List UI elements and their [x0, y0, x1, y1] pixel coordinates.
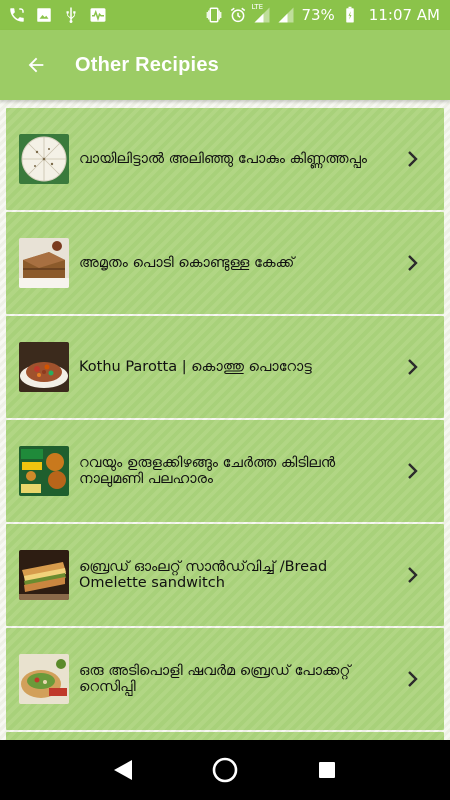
recipe-title: ബ്രെഡ് ഓംലറ്റ് സാൻഡ്‌വിച്ച് /Bread Omele… — [79, 559, 328, 591]
home-circle-icon — [212, 757, 238, 783]
network-type-label: LTE — [251, 3, 264, 11]
list-item[interactable]: ഒരു അടിപൊളി ഷവർമ ബ്രെഡ് പോക്കറ്റ് റെസിപ്… — [6, 628, 444, 730]
list-item[interactable]: റവയും ഉരുളക്കിഴങ്ങും ചേർത്ത കിടിലൻ നാലുമ… — [6, 420, 444, 522]
signal-icon — [277, 6, 295, 24]
chevron-right-icon — [406, 462, 420, 480]
recipe-title: അമൃതം പൊടി കൊണ്ടുള്ള കേക്ക് — [79, 255, 295, 271]
chevron-right-icon — [406, 254, 420, 272]
app-bar: Other Recipies — [0, 30, 450, 100]
recipe-list-container[interactable]: വായിലിട്ടാൽ അലിഞ്ഞു പോകും കിണ്ണത്തപ്പം അ… — [0, 100, 450, 740]
alarm-icon — [229, 6, 247, 24]
battery-percent: 73% — [301, 6, 335, 24]
status-right-icons: LTE 73% 11:07 AM — [205, 3, 440, 24]
recents-square-icon — [319, 762, 335, 778]
image-icon — [35, 6, 53, 24]
usb-icon — [62, 6, 80, 24]
status-bar: LTE 73% 11:07 AM — [0, 0, 450, 30]
signal-icon: LTE — [251, 3, 271, 24]
status-left-icons — [8, 6, 107, 24]
vibrate-icon — [205, 6, 223, 24]
list-item[interactable]: Kothu Parotta | കൊത്തു പൊറോട്ട — [6, 316, 444, 418]
recipe-title: ഒരു അടിപൊളി ഷവർമ ബ്രെഡ് പോക്കറ്റ് റെസിപ്… — [79, 663, 351, 695]
phone-call-icon — [8, 6, 26, 24]
arrow-back-icon — [28, 57, 44, 73]
list-item[interactable] — [6, 732, 444, 740]
back-button[interactable] — [8, 37, 64, 93]
chevron-right-icon — [406, 150, 420, 168]
chevron-right-icon — [406, 566, 420, 584]
nav-back-button[interactable] — [103, 750, 143, 790]
cake-thumbnail — [19, 238, 69, 288]
page-title: Other Recipies — [75, 53, 219, 76]
clock: 11:07 AM — [368, 6, 440, 24]
list-item[interactable]: വായിലിട്ടാൽ അലിഞ്ഞു പോകും കിണ്ണത്തപ്പം — [6, 108, 444, 210]
recipe-title: വായിലിട്ടാൽ അലിഞ്ഞു പോകും കിണ്ണത്തപ്പം — [79, 151, 367, 167]
kinnathappam-thumbnail — [19, 134, 69, 184]
kothu-parotta-thumbnail — [19, 342, 69, 392]
list-item[interactable]: അമൃതം പൊടി കൊണ്ടുള്ള കേക്ക് — [6, 212, 444, 314]
shawarma-pocket-thumbnail — [19, 654, 69, 704]
nav-recents-button[interactable] — [307, 750, 347, 790]
battery-icon — [341, 6, 359, 24]
chevron-right-icon — [406, 670, 420, 688]
navigation-bar — [0, 740, 450, 800]
sandwich-thumbnail — [19, 550, 69, 600]
rava-snack-thumbnail — [19, 446, 69, 496]
chevron-right-icon — [406, 358, 420, 376]
recipe-title: Kothu Parotta | കൊത്തു പൊറോട്ട — [79, 359, 312, 375]
list-item[interactable]: ബ്രെഡ് ഓംലറ്റ് സാൻഡ്‌വിച്ച് /Bread Omele… — [6, 524, 444, 626]
nav-home-button[interactable] — [205, 750, 245, 790]
back-triangle-icon — [114, 760, 132, 780]
activity-icon — [89, 6, 107, 24]
recipe-title: റവയും ഉരുളക്കിഴങ്ങും ചേർത്ത കിടിലൻ നാലുമ… — [79, 455, 336, 487]
